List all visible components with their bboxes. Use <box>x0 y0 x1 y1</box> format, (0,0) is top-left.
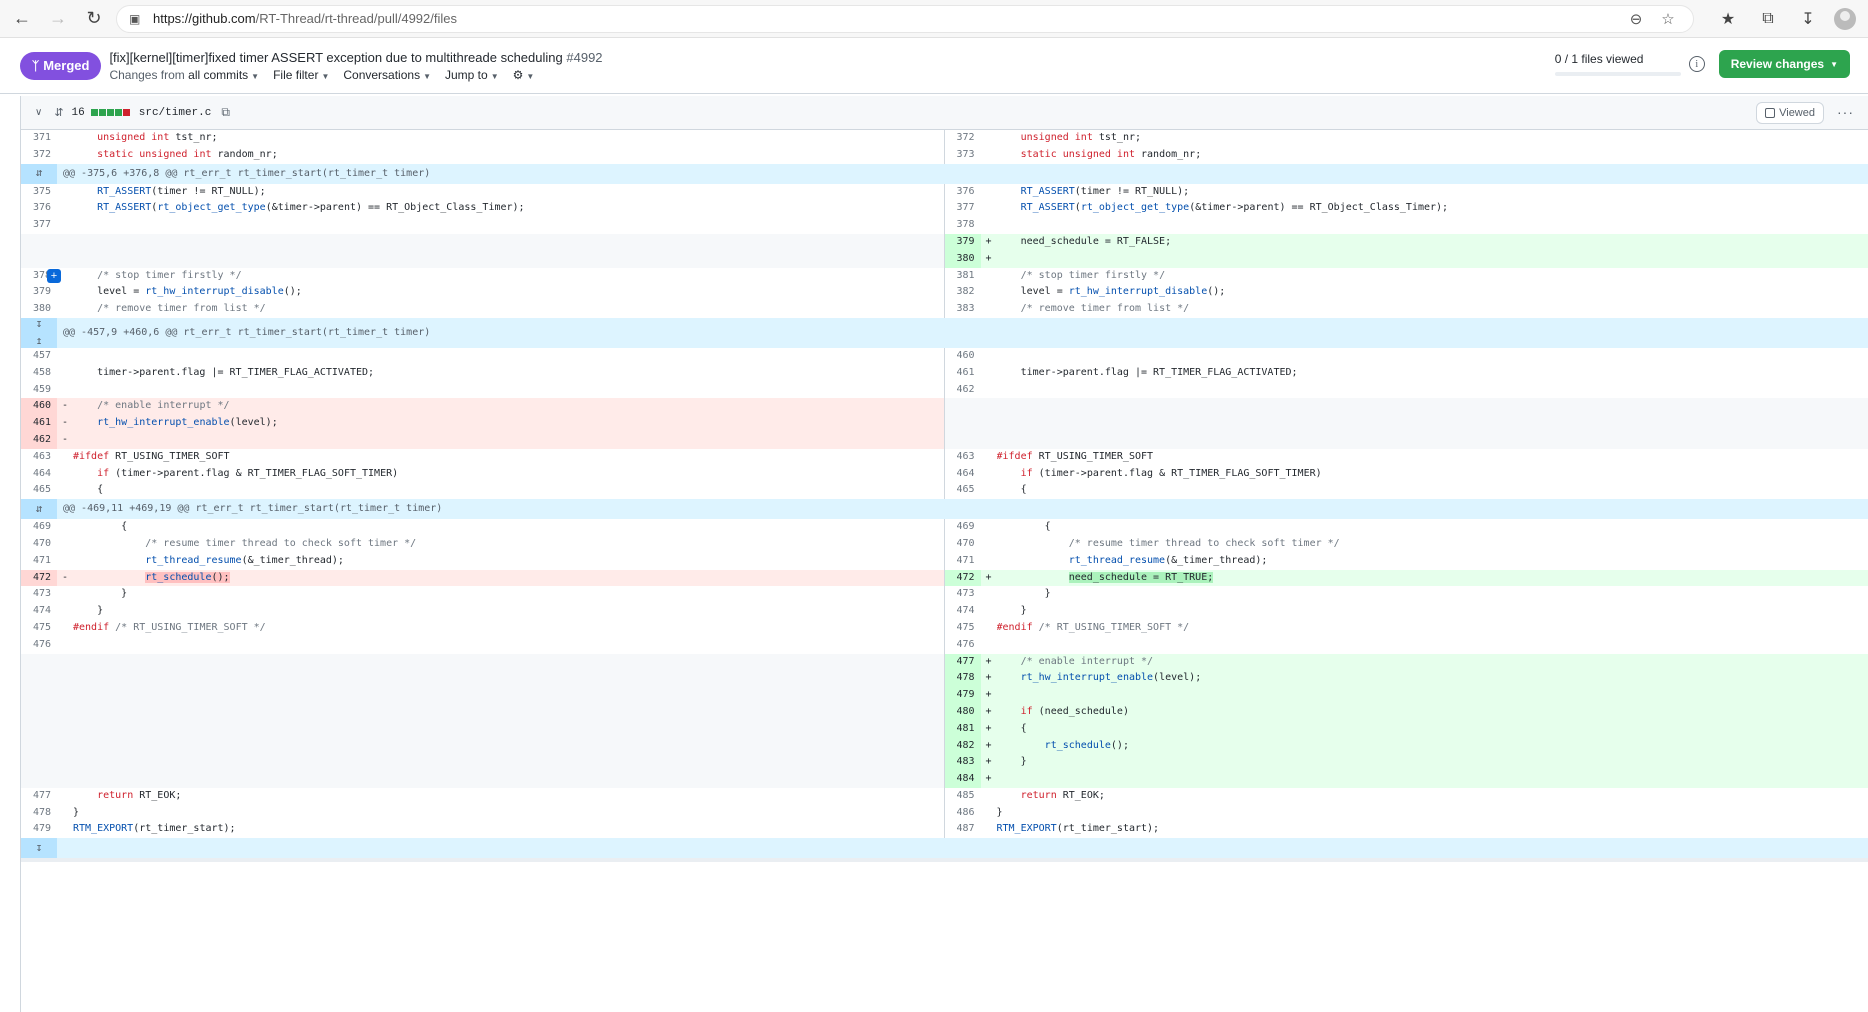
diff-row: 465 { 465 { <box>21 482 1868 500</box>
diff-row: 461- rt_hw_interrupt_enable(level); <box>21 415 1868 432</box>
diff-row: 479 + <box>21 687 1868 704</box>
horizontal-scrollbar[interactable] <box>21 858 1868 863</box>
collapse-chevron-icon[interactable]: ∨ <box>35 107 42 118</box>
merge-icon: ᛉ <box>32 58 40 73</box>
reload-icon[interactable]: ↻ <box>80 5 108 33</box>
diff-row: 470 /* resume timer thread to check soft… <box>21 535 1868 553</box>
diff-row: 477 return RT_EOK; 485 return RT_EOK; <box>21 787 1868 805</box>
browser-toolbar: ← → ↻ ▣ https://github.com/RT-Thread/rt-… <box>0 0 1868 38</box>
file-name[interactable]: src/timer.c <box>139 107 212 119</box>
pr-number: #4992 <box>566 49 603 65</box>
url-text[interactable]: https://github.com/RT-Thread/rt-thread/p… <box>153 11 1617 26</box>
viewed-checkbox[interactable]: Viewed <box>1756 102 1824 124</box>
diff-row: 478 + rt_hw_interrupt_enable(level); <box>21 670 1868 688</box>
kebab-menu-icon[interactable]: ··· <box>1837 104 1854 120</box>
diff-row: 480 + if (need_schedule) <box>21 703 1868 721</box>
diff-row: 372 static unsigned int random_nr; 373 s… <box>21 146 1868 164</box>
diff-row: 376 RT_ASSERT(rt_object_get_type(&timer-… <box>21 200 1868 218</box>
expand-icon[interactable]: ↧ ↥ <box>21 317 57 348</box>
changes-from-dropdown[interactable]: Changes from all commits ▼ <box>109 68 259 82</box>
caret-down-icon: ▼ <box>251 71 260 81</box>
add-comment-button[interactable]: + <box>47 268 61 283</box>
files-viewed-progress <box>1554 72 1681 76</box>
merged-status-label: Merged <box>43 58 90 73</box>
pr-title-text: [fix][kernel][timer]fixed timer ASSERT e… <box>109 49 563 65</box>
hunk-header: ⇵ @@ -469,11 +469,19 @@ rt_err_t rt_time… <box>21 499 1868 520</box>
conversations-dropdown[interactable]: Conversations ▼ <box>343 68 431 82</box>
hunk-footer: ↧ <box>21 838 1868 859</box>
hunk-header: ⇵ @@ -375,6 +376,8 @@ rt_err_t rt_timer_… <box>21 163 1868 184</box>
file-filter-dropdown[interactable]: File filter ▼ <box>273 68 329 82</box>
diff-row: 375 RT_ASSERT(timer != RT_NULL); 376 RT_… <box>21 183 1868 201</box>
file-header: ∨ ⇵ 16 src/timer.c ⧉ Viewed ··· <box>21 96 1868 130</box>
diff-row: 379 level = rt_hw_interrupt_disable(); 3… <box>21 284 1868 302</box>
expand-down-icon[interactable]: ↧ <box>21 838 57 859</box>
diff-row: 457 460 <box>21 347 1868 365</box>
diff-row: 379 + need_schedule = RT_FALSE; <box>21 233 1868 251</box>
diff-row: 378 + /* stop timer firstly */ 381 /* sto… <box>21 267 1868 285</box>
favorites-icon[interactable]: ★ <box>1708 4 1748 34</box>
diff-row: 459 462 <box>21 381 1868 399</box>
jump-to-dropdown[interactable]: Jump to ▼ <box>445 68 499 82</box>
diff-row: 471 rt_thread_resume(&_timer_thread); 47… <box>21 552 1868 570</box>
diff-row: 380 /* remove timer from list */ 383 /* … <box>21 301 1868 318</box>
collections-icon[interactable]: ⧉ <box>1748 4 1788 34</box>
diff-row: 476 476 <box>21 636 1868 654</box>
diff-settings-dropdown[interactable]: ⚙ ▼ <box>513 68 535 82</box>
hunk-header: ↧ ↥ @@ -457,9 +460,6 @@ rt_err_t rt_timer… <box>21 317 1868 348</box>
diff-row: 460- /* enable interrupt */ <box>21 398 1868 416</box>
favorite-star-icon[interactable]: ☆ <box>1655 6 1681 32</box>
copy-icon[interactable]: ⧉ <box>221 105 230 120</box>
review-changes-button[interactable]: Review changes ▼ <box>1718 50 1850 78</box>
expand-icon[interactable]: ⇵ <box>21 499 57 520</box>
caret-down-icon: ▼ <box>490 71 499 81</box>
diff-row: 478} 486} <box>21 804 1868 822</box>
diff-row: 479 RTM_EXPORT(rt_timer_start); 487 RTM_EX… <box>21 821 1868 839</box>
address-bar[interactable]: ▣ https://github.com/RT-Thread/rt-thread… <box>116 4 1694 33</box>
diff-row: 469 { 469 { <box>21 519 1868 536</box>
info-icon[interactable]: i <box>1688 56 1705 72</box>
split-diff-table: 371 unsigned int tst_nr; 372 unsigned in… <box>21 130 1868 863</box>
forward-icon[interactable]: → <box>44 5 72 33</box>
pr-title: [fix][kernel][timer]fixed timer ASSERT e… <box>109 50 602 65</box>
gear-icon: ⚙ <box>512 67 524 82</box>
diffstat <box>90 109 131 116</box>
diff-row: 472- rt_schedule(); 472 + need_schedule =… <box>21 569 1868 587</box>
zoom-out-icon[interactable]: ⊖ <box>1623 6 1649 32</box>
expand-all-icon[interactable]: ⇵ <box>54 106 63 119</box>
pr-sticky-header: ᛉ Merged [fix][kernel][timer]fixed timer… <box>0 38 1868 94</box>
diff-row: 482 + rt_schedule(); <box>21 737 1868 755</box>
diff-row: 484 + <box>21 771 1868 788</box>
diff-row: 380 + <box>21 250 1868 268</box>
diff-row: 464 if (timer->parent.flag & RT_TIMER_FL… <box>21 465 1868 483</box>
diff-row: 458 timer->parent.flag |= RT_TIMER_FLAG_… <box>21 364 1868 382</box>
diff-row: 473 } 473 } <box>21 586 1868 604</box>
expand-icon[interactable]: ⇵ <box>21 163 57 184</box>
diff-row: 483 + } <box>21 754 1868 772</box>
back-icon[interactable]: ← <box>8 5 36 33</box>
files-viewed-counter: 0 / 1 files viewed <box>1554 52 1681 76</box>
caret-down-icon: ▼ <box>526 71 535 81</box>
diff-row: 377 378 <box>21 217 1868 234</box>
diff-row: 477 + /* enable interrupt */ <box>21 653 1868 671</box>
diff-row: 474 } 474 } <box>21 603 1868 620</box>
diff-row: 475 #endif /* RT_USING_TIMER_SOFT */ 475 #… <box>21 619 1868 637</box>
caret-down-icon: ▼ <box>423 71 431 81</box>
diff-row: 481 + { <box>21 720 1868 738</box>
file-diff: ∨ ⇵ 16 src/timer.c ⧉ Viewed ··· 371 unsi… <box>20 96 1868 1012</box>
diff-row: 371 unsigned int tst_nr; 372 unsigned in… <box>21 130 1868 147</box>
diff-row: 463 #ifdef RT_USING_TIMER_SOFT 463 #ifdef … <box>21 448 1868 466</box>
caret-down-icon: ▼ <box>321 71 330 81</box>
profile-avatar[interactable] <box>1834 7 1856 30</box>
lock-icon: ▣ <box>129 11 141 26</box>
merged-status-badge: ᛉ Merged <box>20 51 102 80</box>
downloads-icon[interactable]: ↧ <box>1788 4 1828 34</box>
caret-down-icon: ▼ <box>1830 59 1838 69</box>
diff-row: 462- <box>21 431 1868 449</box>
file-change-count: 16 <box>71 106 85 119</box>
